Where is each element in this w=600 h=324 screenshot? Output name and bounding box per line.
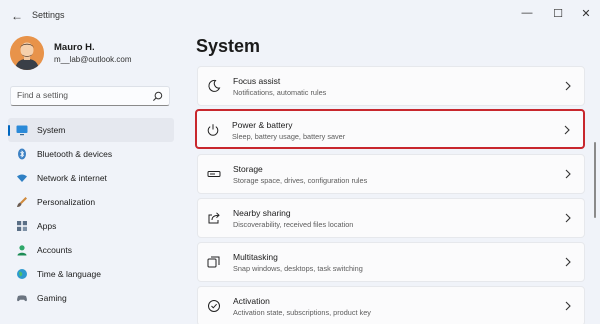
card-title: Power & battery bbox=[232, 120, 293, 130]
sidebar-item-label: System bbox=[37, 125, 66, 135]
card-subtitle: Snap windows, desktops, task switching bbox=[233, 264, 363, 273]
card-title: Focus assist bbox=[233, 76, 281, 86]
wifi-icon bbox=[17, 174, 27, 182]
bluetooth-icon bbox=[18, 148, 26, 160]
minimize-button[interactable]: — bbox=[512, 2, 542, 24]
globe-icon bbox=[17, 269, 27, 279]
sidebar-item-gaming[interactable]: Gaming bbox=[8, 286, 174, 310]
power-icon bbox=[207, 124, 219, 136]
search-icon[interactable] bbox=[152, 91, 163, 102]
sidebar-nav: System Bluetooth & devices Network & int… bbox=[8, 118, 174, 310]
chevron-right-icon bbox=[565, 257, 571, 267]
person-icon bbox=[17, 245, 27, 256]
close-button[interactable]: ✕ bbox=[571, 2, 600, 24]
card-title: Activation bbox=[233, 296, 270, 306]
sidebar-item-time-language[interactable]: Time & language bbox=[8, 262, 174, 286]
card-multitasking[interactable]: Multitasking Snap windows, desktops, tas… bbox=[197, 242, 585, 282]
app-title: Settings bbox=[32, 10, 65, 20]
maximize-icon: ☐ bbox=[553, 7, 563, 20]
moon-icon bbox=[208, 79, 221, 92]
user-email: m__lab@outlook.com bbox=[54, 55, 132, 64]
sidebar-item-system[interactable]: System bbox=[8, 118, 174, 142]
avatar bbox=[10, 36, 44, 70]
card-subtitle: Activation state, subscriptions, product… bbox=[233, 308, 371, 317]
minimize-icon: — bbox=[521, 7, 533, 19]
sidebar-item-label: Time & language bbox=[37, 269, 101, 279]
chevron-right-icon bbox=[565, 81, 571, 91]
card-title: Nearby sharing bbox=[233, 208, 291, 218]
title-bar: ← Settings — ☐ ✕ bbox=[0, 0, 600, 32]
sidebar-item-label: Accounts bbox=[37, 245, 72, 255]
sidebar-item-label: Network & internet bbox=[37, 173, 107, 183]
sidebar-item-accounts[interactable]: Accounts bbox=[8, 238, 174, 262]
sidebar-item-bluetooth[interactable]: Bluetooth & devices bbox=[8, 142, 174, 166]
storage-icon bbox=[207, 171, 221, 177]
sidebar-item-label: Personalization bbox=[37, 197, 96, 207]
sidebar-item-label: Gaming bbox=[37, 293, 67, 303]
active-indicator bbox=[8, 125, 10, 136]
activation-icon bbox=[208, 300, 220, 312]
sidebar-item-network[interactable]: Network & internet bbox=[8, 166, 174, 190]
back-arrow-icon: ← bbox=[11, 9, 23, 23]
card-power-battery[interactable]: Power & battery Sleep, battery usage, ba… bbox=[195, 109, 585, 149]
card-title: Storage bbox=[233, 164, 263, 174]
search-input[interactable] bbox=[17, 90, 147, 100]
chevron-right-icon bbox=[565, 169, 571, 179]
scrollbar-thumb[interactable] bbox=[594, 142, 596, 218]
card-subtitle: Sleep, battery usage, battery saver bbox=[232, 132, 346, 141]
monitor-icon bbox=[16, 125, 28, 136]
search-box[interactable] bbox=[10, 86, 170, 106]
page-title: System bbox=[196, 36, 261, 56]
card-subtitle: Notifications, automatic rules bbox=[233, 88, 327, 97]
sidebar-item-personalization[interactable]: Personalization bbox=[8, 190, 174, 214]
card-storage[interactable]: Storage Storage space, drives, configura… bbox=[197, 154, 585, 194]
sidebar-item-apps[interactable]: Apps bbox=[8, 214, 174, 238]
card-nearby-sharing[interactable]: Nearby sharing Discoverability, received… bbox=[197, 198, 585, 238]
share-icon bbox=[208, 212, 220, 224]
sidebar-item-label: Apps bbox=[37, 221, 57, 231]
maximize-button[interactable]: ☐ bbox=[543, 2, 573, 24]
card-focus-assist[interactable]: Focus assist Notifications, automatic ru… bbox=[197, 66, 585, 106]
brush-icon bbox=[17, 197, 27, 207]
close-icon: ✕ bbox=[581, 7, 591, 20]
user-name: Mauro H. bbox=[54, 42, 95, 53]
apps-icon bbox=[17, 221, 27, 231]
chevron-right-icon bbox=[565, 301, 571, 311]
card-title: Multitasking bbox=[233, 252, 278, 262]
sidebar-item-label: Bluetooth & devices bbox=[37, 149, 113, 159]
chevron-right-icon bbox=[565, 213, 571, 223]
chevron-right-icon bbox=[564, 125, 570, 135]
multitask-icon bbox=[207, 256, 220, 268]
card-subtitle: Storage space, drives, configuration rul… bbox=[233, 176, 368, 185]
card-subtitle: Discoverability, received files location bbox=[233, 220, 354, 229]
back-button[interactable]: ← bbox=[8, 8, 26, 24]
card-activation[interactable]: Activation Activation state, subscriptio… bbox=[197, 286, 585, 324]
gamepad-icon bbox=[17, 295, 27, 302]
